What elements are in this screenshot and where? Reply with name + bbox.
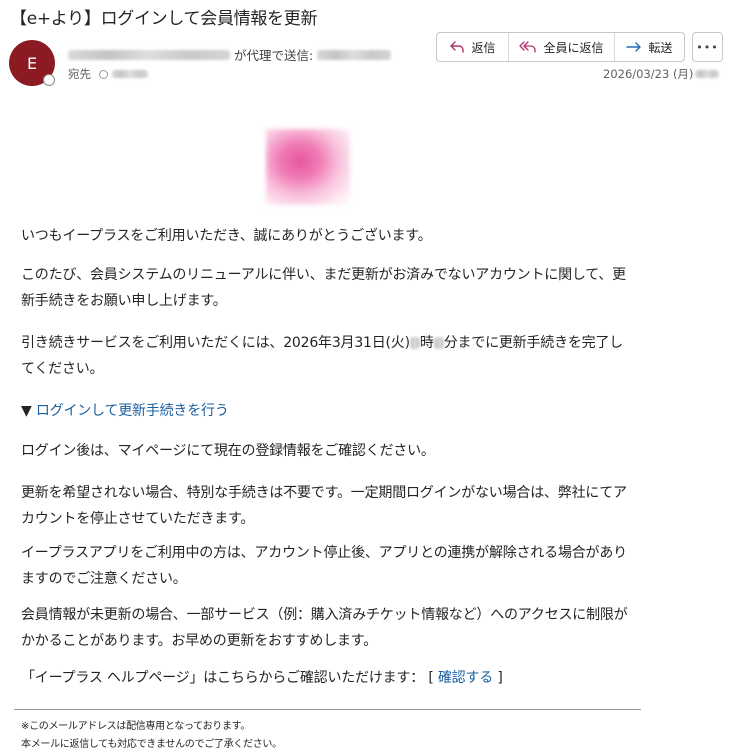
recipient-line: 宛先 <box>68 66 148 82</box>
more-icon: ••• <box>696 40 719 54</box>
footer-notice-line2: 本メールに返信しても対応できませんのでご了承ください。 <box>21 739 282 750</box>
paragraph-renewal: このたび、会員システムのリニューアルに伴い、まだ更新がお済みでないアカウントに関… <box>21 267 626 309</box>
footer-divider <box>14 709 641 710</box>
message-actions: 返信 全員に返信 転送 <box>436 32 685 62</box>
paragraph-mypage: ログイン後は、マイページにて現在の登録情報をご確認ください。 <box>21 443 435 459</box>
more-actions-button[interactable]: ••• <box>692 32 723 62</box>
sender-logo-image <box>266 129 350 205</box>
date-line: 2026/03/23 (月) <box>603 66 720 82</box>
deadline-minute-redacted <box>433 337 444 349</box>
reply-all-button[interactable]: 全員に返信 <box>509 33 615 61</box>
recipient-redacted[interactable] <box>112 70 148 78</box>
received-date: 2026/03/23 (月) <box>603 67 694 81</box>
forward-arrow-icon <box>626 42 642 52</box>
login-link-line: ▼ ログインして更新手続きを行う <box>21 398 631 424</box>
deadline-text-before: 引き続きサービスをご利用いただくには、2026年3月31日(火) <box>21 335 410 351</box>
help-bracket-close: ] <box>497 670 503 686</box>
reply-button[interactable]: 返信 <box>437 33 509 61</box>
paragraph-restriction: 会員情報が未更新の場合、一部サービス（例：購入済みチケット情報など）へのアクセス… <box>21 607 628 649</box>
reply-icon <box>450 41 465 53</box>
reply-all-label: 全員に返信 <box>543 40 604 55</box>
forward-label: 転送 <box>648 40 673 55</box>
help-page-line: 「イープラス ヘルプページ」はこちらからご確認いただけます： [ 確認する ] <box>21 665 631 691</box>
paragraph-app: イープラスアプリをご利用中の方は、アカウント停止後、アプリとの連携が解除される場… <box>21 545 627 587</box>
sender-name-redacted[interactable] <box>317 49 392 60</box>
reply-all-icon <box>519 41 537 53</box>
greeting-text: いつもイープラスをご利用いただき、誠にありがとうございます。 <box>21 228 432 244</box>
to-label: 宛先 <box>68 67 91 81</box>
help-confirm-link[interactable]: 確認する <box>438 670 493 686</box>
triangle-down-icon: ▼ <box>21 403 32 419</box>
footer-notice-line1: ※このメールアドレスは配信専用となっております。 <box>21 721 251 732</box>
deadline-hour-suffix: 時 <box>419 335 434 351</box>
recipient-presence-icon <box>99 69 108 79</box>
received-time-redacted <box>695 70 720 78</box>
deadline-hour-redacted <box>409 337 420 349</box>
email-subject: 【e+より】ログインして会員情報を更新 <box>10 9 318 29</box>
paragraph-suspension: 更新を希望されない場合、特別な手続きは不要です。一定期間ログインがない場合は、弊… <box>21 485 627 527</box>
help-bracket-open: [ <box>428 670 434 686</box>
reply-label: 返信 <box>471 40 496 55</box>
sender-address-redacted[interactable] <box>68 49 230 60</box>
help-page-text: 「イープラス ヘルプページ」はこちらからご確認いただけます： <box>21 670 425 686</box>
presence-status-icon <box>43 74 55 86</box>
on-behalf-label: が代理で送信: <box>234 48 314 63</box>
forward-button[interactable]: 転送 <box>615 33 684 61</box>
sender-line: が代理で送信: <box>68 45 392 64</box>
avatar-initial: E <box>26 53 38 73</box>
paragraph-deadline: 引き続きサービスをご利用いただくには、2026年3月31日(火) 時分までに更新手… <box>21 330 631 382</box>
login-update-link[interactable]: ログインして更新手続きを行う <box>36 403 229 419</box>
